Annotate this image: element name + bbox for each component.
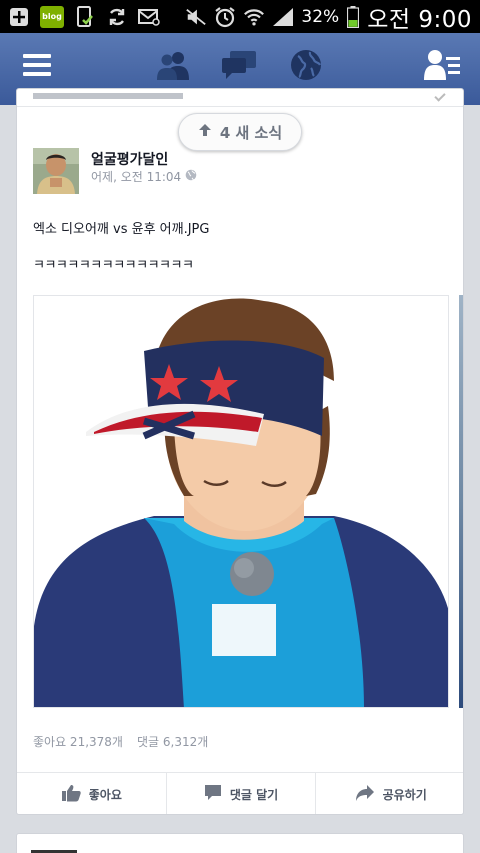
friend-requests-icon — [155, 49, 191, 85]
share-label: 공유하기 — [382, 788, 427, 802]
download-complete-icon — [74, 5, 96, 27]
post-action-bar: 좋아요 댓글 달기 공유하기 — [17, 772, 463, 814]
like-count[interactable]: 좋아요 21,378개 — [33, 733, 123, 750]
public-globe-icon — [185, 169, 197, 184]
comment-bubble-icon — [204, 784, 222, 805]
post-text-line-2: ㅋㅋㅋㅋㅋㅋㅋㅋㅋㅋㅋㅋㅋㅋ — [33, 258, 194, 273]
mute-icon — [185, 7, 207, 27]
comment-count[interactable]: 댓글 6,312개 — [137, 733, 208, 750]
messages-button[interactable] — [220, 47, 260, 87]
next-feed-post — [16, 833, 464, 853]
post-text-line-1: 엑소 디오어깨 vs 윤후 어깨.JPG — [33, 222, 210, 237]
like-label: 좋아요 — [88, 788, 122, 802]
post-photo[interactable] — [33, 295, 449, 708]
menu-button[interactable] — [17, 47, 57, 87]
battery-percent: 32% — [301, 6, 340, 27]
next-photo-preview[interactable] — [459, 295, 463, 708]
comment-button[interactable]: 댓글 달기 — [165, 773, 316, 814]
blog-app-icon: blog — [40, 5, 64, 28]
post-meta: 어제, 오전 11:04 — [91, 168, 197, 185]
previous-story-remnant — [17, 89, 463, 107]
share-button[interactable]: 공유하기 — [315, 773, 463, 814]
notifications-globe-icon — [289, 48, 323, 86]
like-button[interactable]: 좋아요 — [17, 773, 166, 814]
signal-icon — [272, 7, 294, 27]
author-name[interactable]: 얼굴평가달인 — [91, 149, 168, 169]
chevron-down-icon — [434, 90, 446, 102]
messages-icon — [222, 49, 258, 85]
post-timestamp[interactable]: 어제, 오전 11:04 — [91, 168, 181, 185]
friend-requests-button[interactable] — [153, 47, 193, 87]
post-stats: 좋아요 21,378개 댓글 6,312개 — [33, 733, 208, 750]
alarm-icon — [214, 6, 236, 27]
clock: 오전 9:00 — [367, 6, 472, 33]
menu-icon — [21, 51, 53, 83]
right-sidebar-icon — [423, 48, 461, 86]
sync-icon — [106, 7, 128, 27]
news-feed-post: 얼굴평가달인 어제, 오전 11:04 엑소 디오어깨 vs 윤후 어깨.JPG… — [16, 88, 464, 815]
wifi-icon — [243, 7, 265, 27]
author-avatar[interactable] — [33, 148, 79, 194]
arrow-up-icon — [198, 123, 212, 141]
thumbs-up-icon — [61, 784, 81, 805]
new-stories-button[interactable]: 4 새 소식 — [178, 113, 302, 151]
battery-icon — [346, 5, 360, 28]
new-stories-label: 4 새 소식 — [219, 123, 283, 142]
notifications-button[interactable] — [286, 47, 326, 87]
right-sidebar-button[interactable] — [422, 47, 462, 87]
previous-story-text — [33, 93, 183, 99]
comment-label: 댓글 달기 — [229, 788, 279, 802]
email-icon — [138, 7, 160, 27]
share-arrow-icon — [355, 784, 375, 805]
status-bar: blog 32% 오전 9:00 — [0, 0, 480, 33]
add-notification-icon — [8, 7, 30, 27]
